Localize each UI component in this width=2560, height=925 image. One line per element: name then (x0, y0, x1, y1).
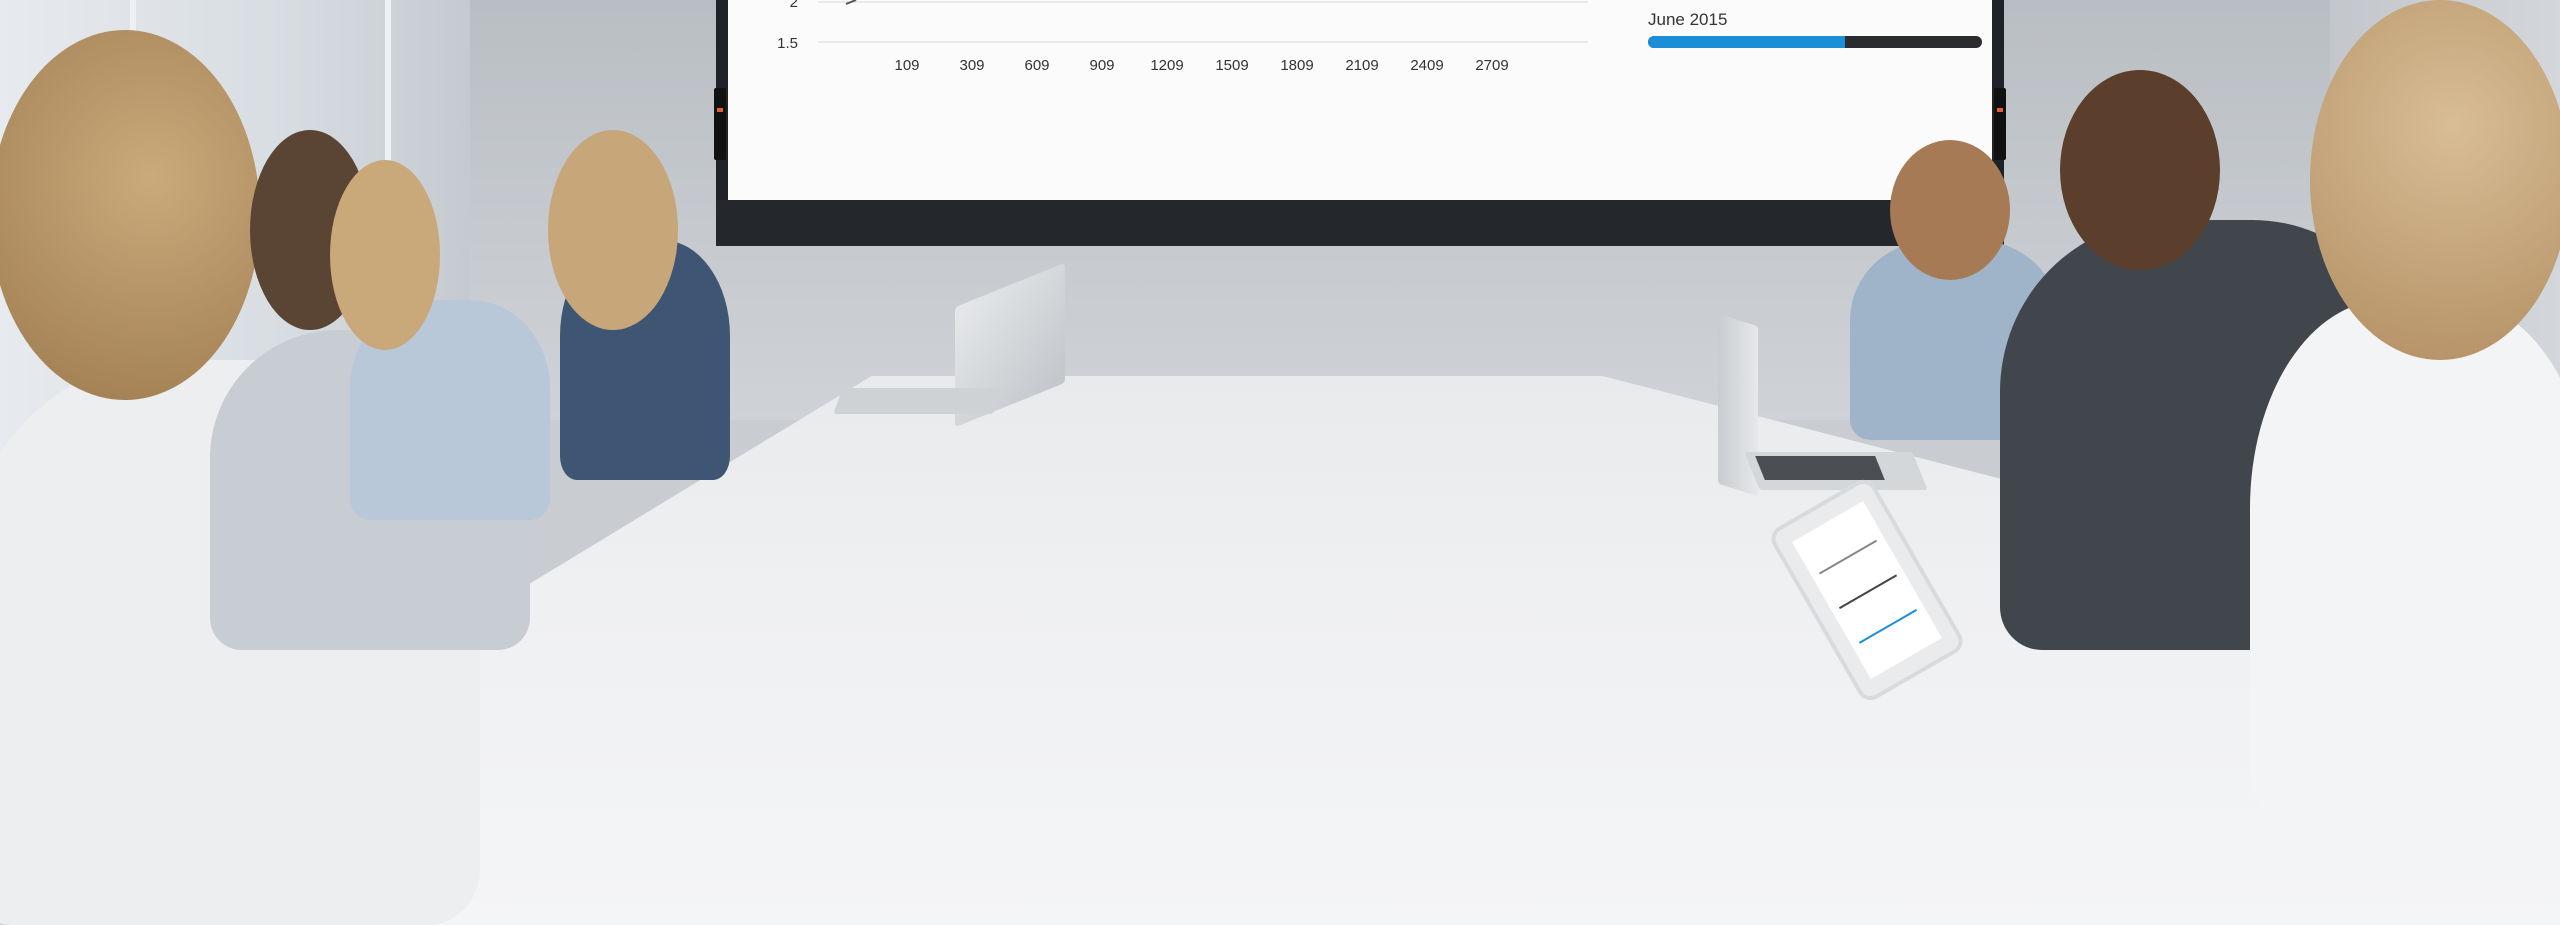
person-head (330, 160, 440, 350)
legend-progress-fill (1648, 36, 1846, 48)
person-head (1890, 140, 2010, 280)
x-tick-label: 2409 (1410, 57, 1443, 74)
person-head (2310, 0, 2560, 360)
laptop-left-base (833, 388, 1003, 414)
y-tick-label: 1.5 (777, 35, 798, 52)
x-tick-label: 109 (894, 57, 919, 74)
x-tick-label: 1809 (1280, 57, 1313, 74)
display-screen: 2 1.5 109 309 609 909 1209 1509 1809 2109 2409 27… (728, 0, 1992, 200)
x-tick-label: 1209 (1150, 57, 1183, 74)
indicator-light (717, 108, 723, 112)
right-side-control (1994, 88, 2006, 160)
x-tick-label: 1509 (1215, 57, 1248, 74)
wall-display: 2 1.5 109 309 609 909 1209 1509 1809 2109 2409 27… (714, 0, 2006, 246)
tablet-ui-line (1858, 609, 1918, 644)
legend-label: June 2015 (1648, 10, 1728, 29)
person-head (0, 30, 260, 400)
x-tick-label: 2109 (1345, 57, 1378, 74)
person-foreground-right (2250, 300, 2560, 820)
y-tick-label: 2 (790, 0, 798, 11)
laptop-right-keyboard (1755, 456, 1885, 480)
person-head (548, 130, 678, 330)
chart: 2 1.5 109 309 609 909 1209 1509 1809 2109 2409 27… (777, 0, 1588, 74)
x-tick-label: 2709 (1475, 57, 1508, 74)
x-tick-label: 909 (1089, 57, 1114, 74)
x-tick-label: 609 (1024, 57, 1049, 74)
tablet-ui-line (1818, 539, 1878, 575)
indicator-light (1997, 108, 2003, 112)
x-tick-label: 309 (959, 57, 984, 74)
tablet-ui-line (1838, 574, 1898, 610)
person-head (2060, 70, 2220, 270)
display-bezel (716, 200, 2004, 246)
legend-progress-track (1648, 36, 1982, 48)
left-side-control (714, 88, 726, 160)
